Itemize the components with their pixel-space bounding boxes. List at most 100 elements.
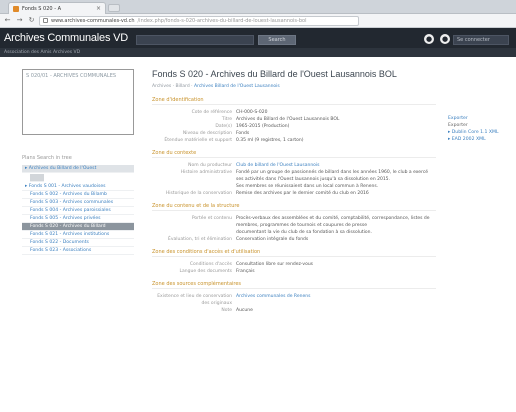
field-label: Étendue matérielle et support: [164, 138, 232, 143]
field-label: [152, 229, 236, 236]
field-value-link[interactable]: Club de billard de l'Ouest Lausannois: [236, 162, 436, 169]
address-bar[interactable]: www.archives-communales-vd.ch /index.php…: [39, 15, 359, 26]
field-value: documentant la vie du club de sa fondati…: [236, 230, 372, 235]
description-sections: Zone d'identification Cote de référence CH…: [152, 97, 436, 314]
export-heading: Exporter: [448, 123, 468, 128]
field-row: documentant la vie du club de sa fondati…: [152, 229, 436, 236]
field-label: Note: [221, 308, 232, 313]
field-value: 1965-2015 (Production): [236, 124, 290, 129]
page-title: Fonds S 020 - Archives du Billard de l'O…: [152, 69, 397, 79]
export-panel: Exporter Exporter ▸ Dublin Core 1.1 XML …: [448, 115, 512, 143]
field-label: Niveau de description: [182, 131, 232, 136]
field-row: Cote de référence CH-000-S-020: [152, 109, 436, 116]
site-favicon-icon: [13, 5, 19, 12]
treeview-item-selected[interactable]: Fonds S 020 - Archives du Billard: [22, 223, 134, 231]
url-path: /index.php/fonds-s-020-archives-du-billa…: [137, 17, 307, 24]
login-button[interactable]: Se connecter: [453, 35, 509, 45]
site-brand[interactable]: Archives Communales VD: [4, 32, 128, 44]
field-value-link[interactable]: Archives communales de Renens: [236, 293, 436, 307]
browser-tab[interactable]: Fonds S 020 - A ×: [8, 2, 106, 14]
field-label: Nom du producteur: [188, 163, 232, 168]
export-dublin-core-link[interactable]: ▸ Dublin Core 1.1 XML: [448, 129, 512, 136]
back-arrow-icon[interactable]: ←: [3, 16, 12, 25]
browser-toolbar: ← → ↻ www.archives-communales-vd.ch /ind…: [0, 14, 516, 28]
field-row: Évaluation, tri et élimination Conservati…: [152, 236, 436, 243]
treeview-item[interactable]: Fonds S 021 - Archives institutions: [22, 231, 134, 239]
forward-arrow-icon[interactable]: →: [15, 16, 24, 25]
field-label: Existence et lieu de conservation des or…: [157, 294, 232, 306]
field-value: 0.35 ml (9 registres, 1 carton): [236, 138, 304, 143]
page-info-icon[interactable]: [43, 18, 48, 23]
section-title[interactable]: Zone d'identification: [152, 97, 436, 105]
repository-logo[interactable]: S 020/01 - ARCHIVES COMMUNALES: [22, 69, 134, 135]
treeview-item[interactable]: Fonds S 005 - Archives privées: [22, 215, 134, 223]
field-label: Langue des documents: [179, 269, 232, 274]
field-row: Date(s) 1965-2015 (Production): [152, 123, 436, 130]
field-label: [152, 183, 236, 190]
field-value: Français: [236, 269, 255, 274]
search-button[interactable]: Search: [258, 35, 296, 45]
field-row: Niveau de description Fonds: [152, 130, 436, 137]
field-row: Langue des documents Français: [152, 268, 436, 275]
sidebar: S 020/01 - ARCHIVES COMMUNALES Plans Sea…: [22, 69, 138, 255]
section-title[interactable]: Zone des sources complémentaires: [152, 281, 436, 289]
field-value: Archives du Billard de l'Ouest Lausannoi…: [236, 117, 340, 122]
field-row: Conditions d'accès Consultation libre sur…: [152, 261, 436, 268]
treeview-item[interactable]: Fonds S 004 - Archives paroissiales: [22, 207, 134, 215]
treeview-item[interactable]: [30, 174, 44, 182]
field-label: Historique de la conservation: [165, 191, 232, 196]
breadcrumb-current: Archives Billard de l'Ouest Lausannois: [194, 84, 280, 89]
treeview-item[interactable]: Fonds S 022 - Documents: [22, 239, 134, 247]
main-content: Fonds S 020 - Archives du Billard de l'O…: [152, 69, 436, 314]
field-label: Titre: [221, 117, 232, 122]
field-row: Ses membres se réunissaient dans un loca…: [152, 183, 436, 190]
language-icon[interactable]: ●: [440, 34, 450, 44]
new-tab-button[interactable]: [108, 4, 120, 12]
treeview: ▸ Archives du Billard de l'Ouest ▸ Fonds …: [22, 165, 134, 255]
section-title[interactable]: Zone des conditions d'accès et d'utilisa…: [152, 249, 436, 257]
field-value: Fonds: [236, 131, 250, 136]
repository-logo-text: S 020/01 - ARCHIVES COMMUNALES: [26, 73, 117, 79]
search-input[interactable]: [136, 35, 254, 45]
field-label: Cote de référence: [191, 110, 232, 115]
breadcrumb: Archives · Billard · Archives Billard de…: [152, 84, 436, 89]
field-label: Portée et contenu: [191, 216, 232, 221]
close-tab-icon[interactable]: ×: [96, 5, 101, 12]
field-value: Fondé par un groupe de passionnés de bil…: [236, 170, 429, 182]
field-row: Étendue matérielle et support 0.35 ml (9 …: [152, 137, 436, 144]
field-row: Nom du producteur Club de billard de l'Ou…: [152, 162, 436, 169]
treeview-item[interactable]: Fonds S 003 - Archives communales: [22, 199, 134, 207]
reload-icon[interactable]: ↻: [27, 16, 36, 25]
field-label: Conditions d'accès: [189, 262, 232, 267]
treeview-item[interactable]: Fonds S 002 - Archives du Bilamb: [22, 191, 134, 199]
export-link[interactable]: Exporter: [448, 115, 512, 122]
field-row: Existence et lieu de conservation des or…: [152, 293, 436, 307]
field-value: Aucune: [236, 308, 253, 313]
treeview-tabs[interactable]: Plans Search in tree: [22, 155, 138, 161]
field-row: Note Aucune: [152, 307, 436, 314]
field-value: Remise des archives par le dernier comit…: [236, 191, 369, 196]
field-row: Portée et contenu Procès-verbaux des asse…: [152, 215, 436, 229]
field-value: Ses membres se réunissaient dans un loca…: [236, 184, 379, 189]
site-subnav[interactable]: Association des Amis Archives VD: [0, 48, 516, 57]
treeview-tab-label[interactable]: Plans: [22, 155, 35, 161]
page-body: S 020/01 - ARCHIVES COMMUNALES Plans Sea…: [0, 57, 516, 412]
url-host: www.archives-communales-vd.ch: [51, 17, 135, 24]
field-row: Historique de la conservation Remise des …: [152, 190, 436, 197]
field-label: Date(s): [215, 124, 232, 129]
clipboard-icon[interactable]: ●: [424, 34, 434, 44]
breadcrumb-prefix[interactable]: Archives · Billard ·: [152, 84, 194, 89]
field-value: CH-000-S-020: [236, 110, 268, 115]
section-title[interactable]: Zone du contexte: [152, 150, 436, 158]
treeview-item[interactable]: ▸ Archives du Billard de l'Ouest: [22, 165, 134, 173]
browser-tab-bar: Fonds S 020 - A ×: [0, 0, 516, 14]
treeview-item[interactable]: Fonds S 023 - Associations: [22, 247, 134, 255]
browser-tab-title: Fonds S 020 - A: [22, 5, 62, 12]
field-row: Titre Archives du Billard de l'Ouest Laus…: [152, 116, 436, 123]
treeview-item[interactable]: ▸ Fonds S 001 - Archives vaudoises: [22, 183, 134, 191]
site-header: Archives Communales VD Search ● ● Se con…: [0, 28, 516, 57]
field-value: Conservation intégrale du fonds: [236, 237, 309, 242]
treeview-search-tab[interactable]: Search in tree: [37, 155, 72, 161]
export-ead-link[interactable]: ▸ EAD 2002 XML: [448, 136, 512, 143]
section-title[interactable]: Zone du contenu et de la structure: [152, 203, 436, 211]
